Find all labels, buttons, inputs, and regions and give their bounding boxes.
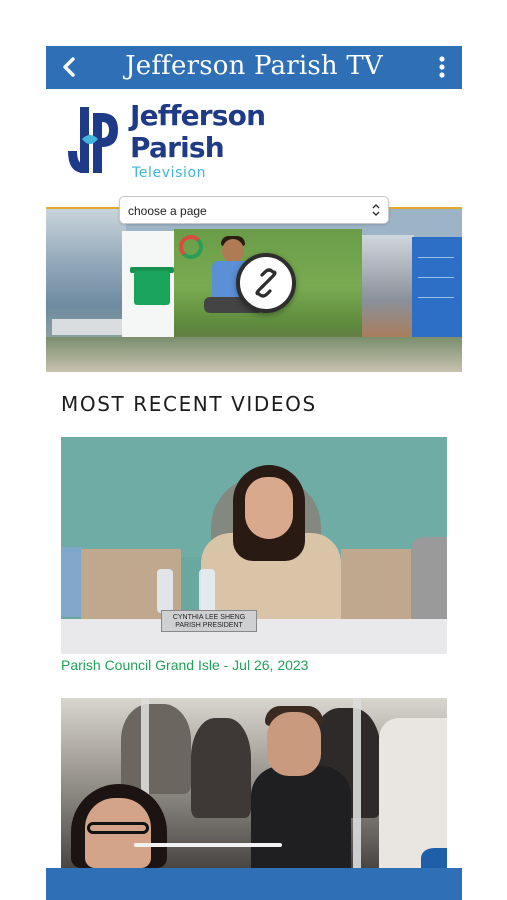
hero-banner-collage <box>46 209 462 372</box>
nameplate-name: CYNTHIA LEE SHENG <box>172 614 246 621</box>
bottom-bar <box>46 868 462 900</box>
chevron-up-down-icon <box>372 204 380 216</box>
page-select-dropdown[interactable]: choose a page <box>119 196 389 224</box>
nameplate-title: PARISH PRESIDENT <box>175 622 243 629</box>
logo-text-jefferson: Jefferson <box>130 99 266 132</box>
home-indicator[interactable] <box>134 843 282 847</box>
back-button[interactable] <box>54 52 84 82</box>
jp-logo-mark-icon <box>68 107 118 173</box>
video-title-link[interactable]: Parish Council Grand Isle - Jul 26, 2023 <box>61 657 308 673</box>
nameplate: CYNTHIA LEE SHENG PARISH PRESIDENT <box>161 610 257 632</box>
jefferson-parish-tv-logo: Jefferson Parish Television <box>46 89 462 207</box>
link-button[interactable] <box>236 253 296 313</box>
video-thumbnail[interactable]: CYNTHIA LEE SHENG PARISH PRESIDENT <box>61 437 447 654</box>
app-screen: Jefferson Parish TV Jefferson Parish Tel… <box>46 46 462 900</box>
overflow-menu-button[interactable] <box>430 52 454 82</box>
office-photo <box>362 235 414 345</box>
chevron-left-icon <box>63 57 75 77</box>
recycle-bin-icon <box>134 271 170 305</box>
top-app-bar: Jefferson Parish TV <box>46 46 462 89</box>
progress-ring-icon <box>179 235 203 259</box>
logo-text-television: Television <box>132 165 207 181</box>
section-heading: MOST RECENT VIDEOS <box>61 392 317 416</box>
logo-text-parish: Parish <box>130 131 225 164</box>
blueprint-photo <box>412 237 462 337</box>
app-title: Jefferson Parish TV <box>125 51 383 81</box>
link-icon <box>255 268 277 298</box>
vertical-dots-icon <box>439 56 445 78</box>
parish-seal-icon <box>421 848 447 868</box>
page-select-value: choose a page <box>128 204 207 218</box>
